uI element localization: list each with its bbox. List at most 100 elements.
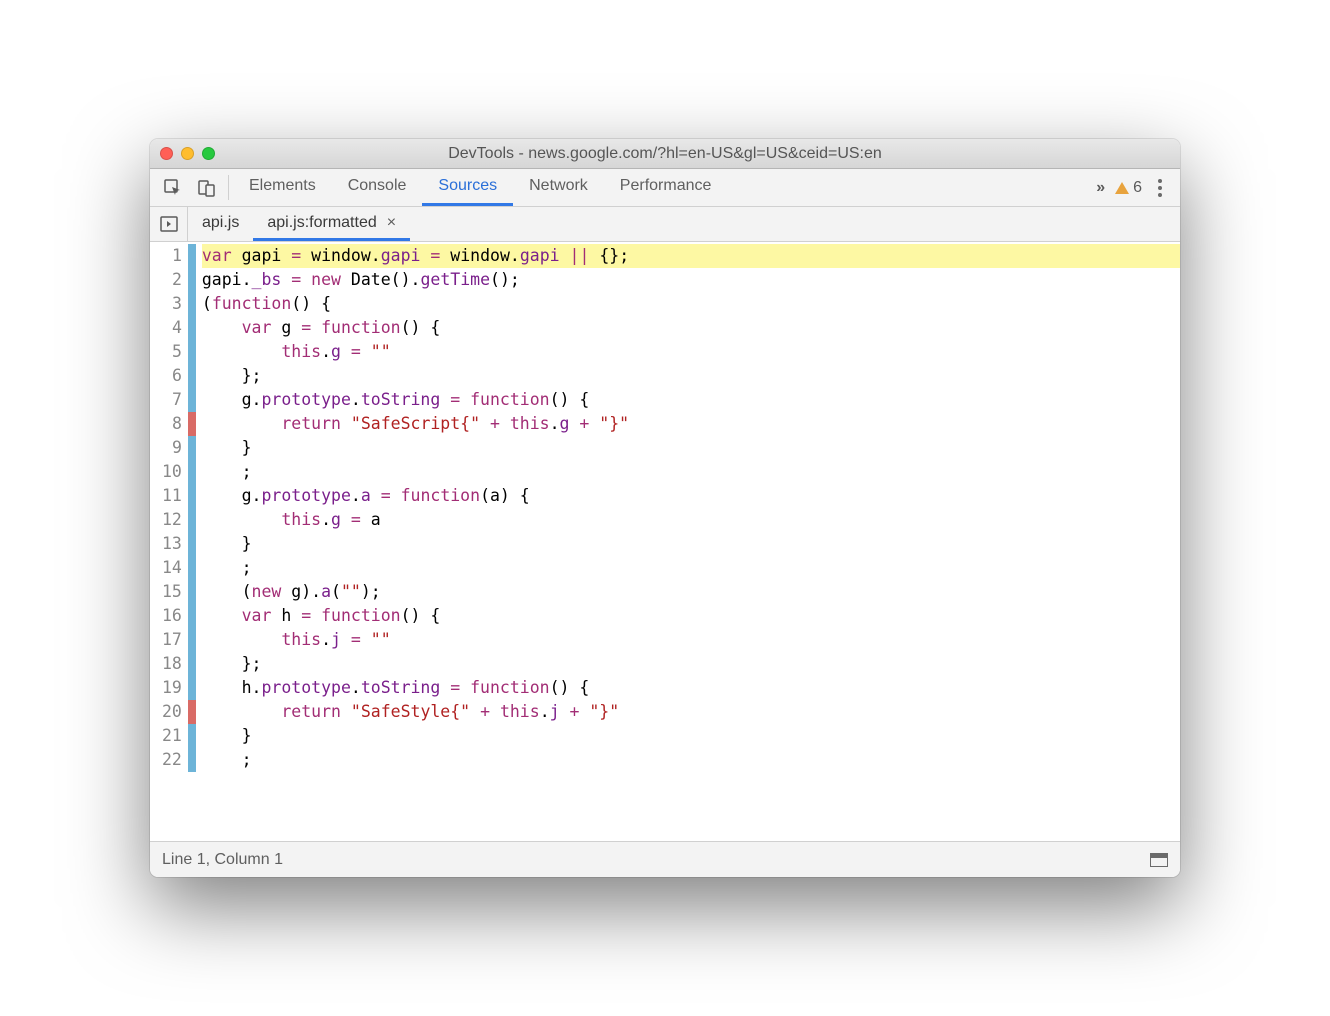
- line-number[interactable]: 6: [162, 364, 182, 388]
- coverage-mark: [188, 364, 196, 388]
- code-line[interactable]: var gapi = window.gapi = window.gapi || …: [202, 244, 1180, 268]
- inspect-element-icon[interactable]: [156, 169, 190, 206]
- code-content[interactable]: var gapi = window.gapi = window.gapi || …: [196, 242, 1180, 841]
- show-navigator-icon[interactable]: [150, 207, 188, 241]
- close-icon[interactable]: ×: [387, 214, 396, 232]
- code-line[interactable]: this.j = "": [202, 628, 1180, 652]
- line-number[interactable]: 8: [162, 412, 182, 436]
- coverage-mark: [188, 244, 196, 268]
- device-toolbar-icon[interactable]: [190, 169, 224, 206]
- coverage-mark: [188, 484, 196, 508]
- coverage-mark: [188, 508, 196, 532]
- titlebar: DevTools - news.google.com/?hl=en-US&gl=…: [150, 139, 1180, 169]
- code-line[interactable]: ;: [202, 748, 1180, 772]
- panel-tabs: ElementsConsoleSourcesNetworkPerformance: [233, 169, 727, 206]
- code-line[interactable]: var g = function() {: [202, 316, 1180, 340]
- line-number-gutter[interactable]: 12345678910111213141516171819202122: [150, 242, 188, 841]
- coverage-mark: [188, 676, 196, 700]
- code-line[interactable]: g.prototype.a = function(a) {: [202, 484, 1180, 508]
- code-line[interactable]: };: [202, 364, 1180, 388]
- line-number[interactable]: 1: [162, 244, 182, 268]
- code-line[interactable]: return "SafeScript{" + this.g + "}": [202, 412, 1180, 436]
- code-line[interactable]: (new g).a("");: [202, 580, 1180, 604]
- coverage-mark: [188, 388, 196, 412]
- code-line[interactable]: h.prototype.toString = function() {: [202, 676, 1180, 700]
- status-bar: Line 1, Column 1: [150, 841, 1180, 877]
- code-line[interactable]: (function() {: [202, 292, 1180, 316]
- coverage-mark: [188, 724, 196, 748]
- tab-elements[interactable]: Elements: [233, 169, 332, 206]
- line-number[interactable]: 10: [162, 460, 182, 484]
- coverage-gutter: [188, 242, 196, 841]
- code-line[interactable]: ;: [202, 556, 1180, 580]
- code-line[interactable]: this.g = "": [202, 340, 1180, 364]
- code-line[interactable]: };: [202, 652, 1180, 676]
- coverage-mark: [188, 580, 196, 604]
- line-number[interactable]: 13: [162, 532, 182, 556]
- coverage-mark: [188, 532, 196, 556]
- cursor-position: Line 1, Column 1: [162, 851, 283, 869]
- filetab[interactable]: api.js:formatted×: [253, 207, 410, 241]
- coverage-mark: [188, 460, 196, 484]
- warnings-badge[interactable]: 6: [1115, 179, 1142, 197]
- code-line[interactable]: g.prototype.toString = function() {: [202, 388, 1180, 412]
- line-number[interactable]: 12: [162, 508, 182, 532]
- line-number[interactable]: 19: [162, 676, 182, 700]
- code-line[interactable]: var h = function() {: [202, 604, 1180, 628]
- line-number[interactable]: 17: [162, 628, 182, 652]
- file-tabs: api.jsapi.js:formatted×: [188, 207, 410, 241]
- settings-menu-icon[interactable]: [1152, 179, 1168, 197]
- line-number[interactable]: 22: [162, 748, 182, 772]
- window-title: DevTools - news.google.com/?hl=en-US&gl=…: [150, 145, 1180, 163]
- line-number[interactable]: 15: [162, 580, 182, 604]
- code-line[interactable]: return "SafeStyle{" + this.j + "}": [202, 700, 1180, 724]
- more-tabs-icon[interactable]: »: [1096, 179, 1105, 197]
- code-line[interactable]: gapi._bs = new Date().getTime();: [202, 268, 1180, 292]
- devtools-window: DevTools - news.google.com/?hl=en-US&gl=…: [150, 139, 1180, 877]
- coverage-mark: [188, 748, 196, 772]
- line-number[interactable]: 9: [162, 436, 182, 460]
- line-number[interactable]: 7: [162, 388, 182, 412]
- window-controls: [160, 147, 215, 160]
- line-number[interactable]: 16: [162, 604, 182, 628]
- line-number[interactable]: 4: [162, 316, 182, 340]
- toggle-drawer-icon[interactable]: [1150, 853, 1168, 867]
- filetab[interactable]: api.js: [188, 207, 253, 241]
- coverage-mark: [188, 292, 196, 316]
- coverage-mark: [188, 604, 196, 628]
- line-number[interactable]: 11: [162, 484, 182, 508]
- line-number[interactable]: 21: [162, 724, 182, 748]
- tab-network[interactable]: Network: [513, 169, 604, 206]
- warning-icon: [1115, 182, 1129, 194]
- line-number[interactable]: 14: [162, 556, 182, 580]
- code-line[interactable]: ;: [202, 460, 1180, 484]
- warning-count: 6: [1133, 179, 1142, 197]
- line-number[interactable]: 3: [162, 292, 182, 316]
- close-window-button[interactable]: [160, 147, 173, 160]
- zoom-window-button[interactable]: [202, 147, 215, 160]
- code-line[interactable]: }: [202, 724, 1180, 748]
- line-number[interactable]: 20: [162, 700, 182, 724]
- minimize-window-button[interactable]: [181, 147, 194, 160]
- coverage-mark: [188, 340, 196, 364]
- coverage-mark: [188, 700, 196, 724]
- coverage-mark: [188, 652, 196, 676]
- coverage-mark: [188, 556, 196, 580]
- line-number[interactable]: 18: [162, 652, 182, 676]
- code-line[interactable]: }: [202, 532, 1180, 556]
- line-number[interactable]: 2: [162, 268, 182, 292]
- code-editor[interactable]: 12345678910111213141516171819202122 var …: [150, 242, 1180, 841]
- coverage-mark: [188, 436, 196, 460]
- tab-sources[interactable]: Sources: [422, 169, 513, 206]
- tab-performance[interactable]: Performance: [604, 169, 728, 206]
- coverage-mark: [188, 628, 196, 652]
- sources-subtoolbar: api.jsapi.js:formatted×: [150, 207, 1180, 242]
- separator: [228, 175, 229, 200]
- coverage-mark: [188, 268, 196, 292]
- code-line[interactable]: this.g = a: [202, 508, 1180, 532]
- code-line[interactable]: }: [202, 436, 1180, 460]
- line-number[interactable]: 5: [162, 340, 182, 364]
- coverage-mark: [188, 412, 196, 436]
- devtools-toolbar: ElementsConsoleSourcesNetworkPerformance…: [150, 169, 1180, 207]
- tab-console[interactable]: Console: [332, 169, 423, 206]
